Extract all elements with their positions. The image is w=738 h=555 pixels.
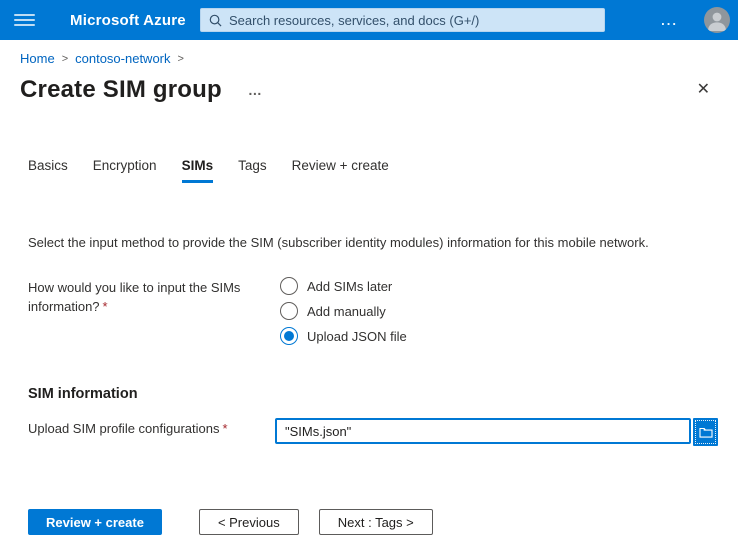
upload-field-label: Upload SIM profile configurations* bbox=[28, 418, 275, 439]
topbar-more-button[interactable]: ... bbox=[661, 0, 678, 40]
radio-group-label: How would you like to input the SIMs inf… bbox=[28, 277, 280, 352]
required-asterisk: * bbox=[100, 299, 108, 314]
search-icon bbox=[209, 14, 222, 27]
main-content: Home > contoso-network > Create SIM grou… bbox=[0, 51, 738, 446]
breadcrumb-separator: > bbox=[171, 53, 191, 65]
radio-circle-icon[interactable] bbox=[280, 277, 298, 295]
radio-circle-icon[interactable] bbox=[280, 327, 298, 345]
folder-icon bbox=[699, 426, 713, 438]
tab-basics[interactable]: Basics bbox=[28, 158, 68, 183]
top-bar: Microsoft Azure ... bbox=[0, 0, 738, 40]
account-avatar[interactable] bbox=[704, 7, 730, 33]
global-search-input[interactable] bbox=[229, 13, 596, 28]
close-icon[interactable]: ✕ bbox=[697, 82, 710, 98]
review-create-button[interactable]: Review + create bbox=[28, 509, 162, 535]
radio-upload-json-file[interactable]: Upload JSON file bbox=[280, 327, 407, 345]
previous-button[interactable]: < Previous bbox=[199, 509, 299, 535]
breadcrumb-contoso-network-link[interactable]: contoso-network bbox=[75, 51, 170, 66]
radio-add-manually[interactable]: Add manually bbox=[280, 302, 407, 320]
tab-review-create[interactable]: Review + create bbox=[292, 158, 389, 183]
breadcrumb-separator: > bbox=[55, 53, 75, 65]
breadcrumb: Home > contoso-network > bbox=[20, 51, 718, 66]
radio-circle-icon[interactable] bbox=[280, 302, 298, 320]
title-more-button[interactable]: … bbox=[248, 82, 263, 98]
wizard-footer: Review + create < Previous Next : Tags > bbox=[28, 509, 433, 535]
title-row: Create SIM group … ✕ bbox=[20, 76, 718, 104]
global-search-box[interactable] bbox=[200, 8, 605, 32]
next-tags-button[interactable]: Next : Tags > bbox=[319, 509, 433, 535]
intro-text: Select the input method to provide the S… bbox=[28, 235, 718, 250]
azure-portal-window: Microsoft Azure ... Home > contoso-netwo… bbox=[0, 0, 738, 555]
page-title: Create SIM group bbox=[20, 76, 222, 104]
wizard-tabs: Basics Encryption SIMs Tags Review + cre… bbox=[28, 158, 718, 183]
tab-encryption[interactable]: Encryption bbox=[93, 158, 157, 183]
browse-file-button[interactable] bbox=[693, 418, 718, 446]
tab-tags[interactable]: Tags bbox=[238, 158, 267, 183]
sim-profile-file-input[interactable] bbox=[275, 418, 691, 444]
sims-input-method-field: How would you like to input the SIMs inf… bbox=[28, 277, 718, 352]
sim-information-heading: SIM information bbox=[28, 386, 718, 402]
upload-input-group bbox=[275, 418, 718, 446]
azure-brand-logo: Microsoft Azure bbox=[70, 12, 186, 29]
radio-options: Add SIMs later Add manually Upload JSON … bbox=[280, 277, 407, 352]
person-icon bbox=[704, 7, 730, 33]
breadcrumb-home-link[interactable]: Home bbox=[20, 51, 55, 66]
hamburger-menu-icon[interactable] bbox=[14, 11, 35, 29]
radio-add-sims-later[interactable]: Add SIMs later bbox=[280, 277, 407, 295]
tab-sims[interactable]: SIMs bbox=[182, 158, 214, 183]
upload-configurations-field: Upload SIM profile configurations* bbox=[28, 418, 718, 446]
required-asterisk: * bbox=[220, 421, 228, 436]
